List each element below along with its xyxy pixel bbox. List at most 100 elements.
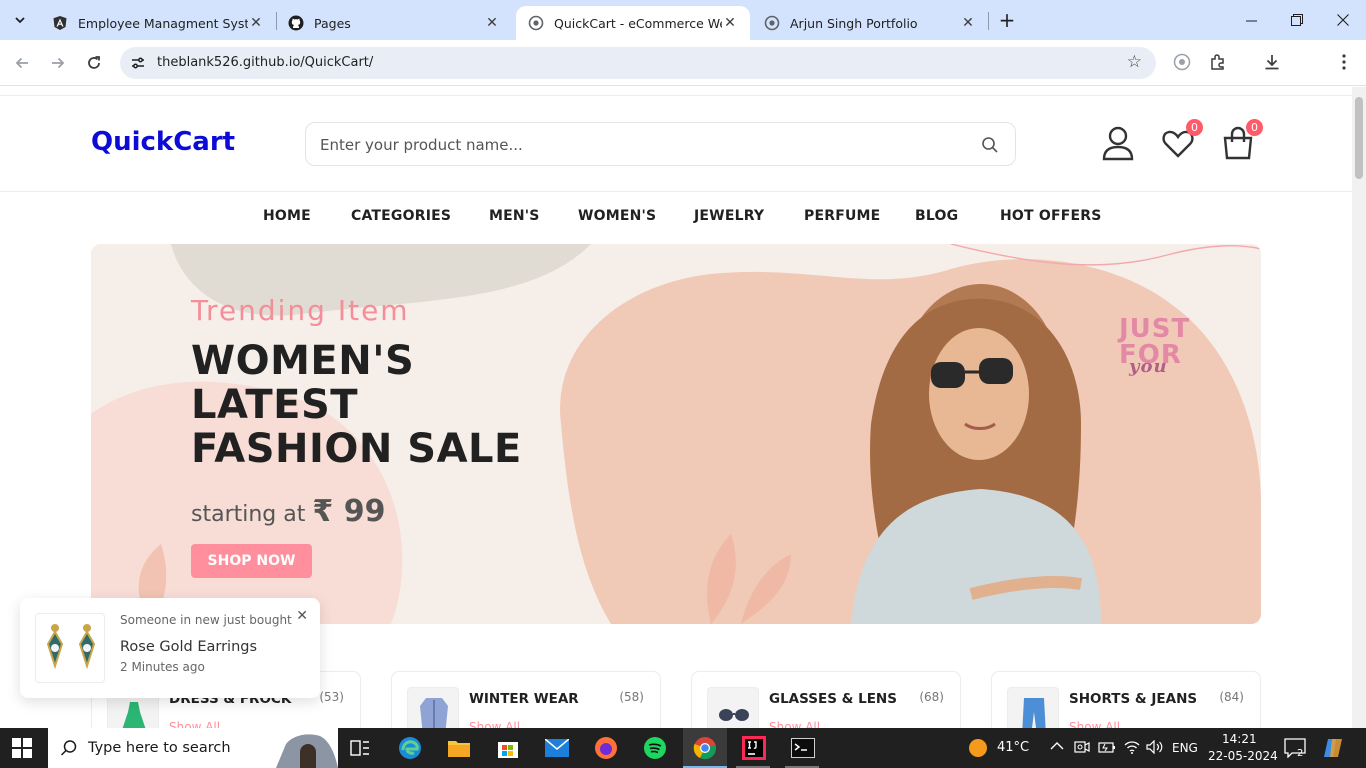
price-value: ₹ 99 (312, 494, 386, 529)
tab-title: Arjun Singh Portfolio (790, 15, 918, 31)
product-search-input[interactable] (320, 133, 960, 157)
kebab-menu-icon[interactable] (1332, 50, 1356, 74)
just-for-you-tag: JUST FOR you (1119, 314, 1191, 377)
restore-icon[interactable] (1274, 0, 1320, 40)
tab-employee-management[interactable]: Employee Managment System ✕ (40, 6, 276, 40)
category-name: SHORTS & JEANS (1069, 691, 1198, 707)
shop-now-button[interactable]: SHOP NOW (191, 544, 312, 578)
copilot-icon[interactable] (1322, 738, 1344, 762)
category-card[interactable]: WINTER WEAR (58) Show All (391, 671, 661, 728)
show-all-link[interactable]: Show All (1069, 720, 1120, 728)
language-indicator[interactable]: ENG (1172, 741, 1198, 755)
product-search-field[interactable] (305, 122, 1016, 166)
clock-date[interactable]: 22-05-2024 (1208, 749, 1278, 763)
battery-charging-icon[interactable] (1098, 740, 1116, 758)
tab-search-chevron-icon[interactable] (8, 8, 32, 32)
angular-icon (52, 15, 68, 31)
minimize-icon[interactable] (1228, 0, 1274, 40)
microsoft-store-icon[interactable] (492, 732, 524, 764)
close-tab-icon[interactable]: ✕ (722, 15, 738, 31)
tab-title: Pages (314, 15, 351, 31)
bookmark-star-icon[interactable]: ☆ (1127, 52, 1142, 72)
nav-hot-offers[interactable]: HOT OFFERS (1000, 208, 1102, 224)
notification-time: 2 Minutes ago (120, 660, 205, 674)
tag-line: JUST (1119, 314, 1191, 344)
new-tab-plus-icon[interactable]: + (996, 8, 1018, 32)
cart-count-badge: 0 (1246, 119, 1263, 136)
forward-arrow-icon[interactable] (45, 50, 71, 76)
clock-time[interactable]: 14:21 (1222, 732, 1257, 746)
show-all-link[interactable]: Show All (469, 720, 520, 728)
camera-icon[interactable] (1074, 740, 1090, 758)
main-navigation: HOME CATEGORIES MEN'S WOMEN'S JEWELRY PE… (0, 208, 1352, 230)
nav-categories[interactable]: CATEGORIES (351, 208, 451, 224)
site-info-icon[interactable] (130, 55, 146, 71)
mail-icon[interactable] (541, 732, 573, 764)
site-logo[interactable]: QuickCart (91, 127, 235, 157)
chevron-up-icon[interactable] (1050, 740, 1064, 755)
wishlist-heart-icon[interactable]: 0 (1161, 119, 1203, 161)
hero-banner: Trending Item WOMEN'S LATEST FASHION SAL… (91, 244, 1261, 624)
scrollbar-thumb[interactable] (1355, 97, 1363, 179)
address-bar[interactable]: theblank526.github.io/QuickCart/ ☆ (120, 47, 1156, 79)
search-icon[interactable] (981, 136, 999, 154)
back-arrow-icon[interactable] (9, 50, 35, 76)
taskbar-search-placeholder: Type here to search (88, 740, 231, 756)
browser-tab-bar: Employee Managment System ✕ Pages ✕ Quic… (0, 0, 1366, 40)
task-view-icon[interactable] (344, 732, 376, 764)
tab-pages[interactable]: Pages ✕ (276, 6, 512, 40)
category-card[interactable]: SHORTS & JEANS (84) Show All (991, 671, 1261, 728)
show-all-link[interactable]: Show All (769, 720, 820, 728)
url-text[interactable]: theblank526.github.io/QuickCart/ (157, 55, 373, 70)
firefox-icon[interactable] (590, 732, 622, 764)
purchase-notification-toast: Someone in new just bought Rose Gold Ear… (20, 598, 320, 698)
browser-toolbar: theblank526.github.io/QuickCart/ ☆ (0, 40, 1366, 114)
earrings-product-image (35, 613, 105, 683)
nav-womens[interactable]: WOMEN'S (578, 208, 656, 224)
tab-portfolio[interactable]: Arjun Singh Portfolio ✕ (752, 6, 988, 40)
weather-temperature[interactable]: 41°C (997, 740, 1029, 755)
nav-mens[interactable]: MEN'S (489, 208, 540, 224)
close-tab-icon[interactable]: ✕ (960, 15, 976, 31)
search-highlight-art (276, 734, 338, 768)
close-tab-icon[interactable]: ✕ (484, 15, 500, 31)
chrome-icon[interactable] (689, 732, 721, 764)
nav-jewelry[interactable]: JEWELRY (694, 208, 764, 224)
notification-count: 2 (1297, 748, 1304, 759)
show-all-link[interactable]: Show All (169, 720, 220, 728)
terminal-icon[interactable] (787, 732, 819, 764)
jeans-icon (1007, 687, 1059, 728)
nav-perfume[interactable]: PERFUME (804, 208, 880, 224)
weather-sun-icon[interactable] (968, 738, 988, 758)
globe-icon (528, 15, 544, 31)
close-window-icon[interactable] (1320, 0, 1366, 40)
extension-puzzle-circle-icon[interactable] (1170, 50, 1194, 74)
wifi-icon[interactable] (1124, 740, 1140, 758)
github-icon (288, 15, 304, 31)
globe-icon (764, 15, 780, 31)
nav-blog[interactable]: BLOG (915, 208, 958, 224)
close-icon[interactable]: ✕ (296, 608, 308, 624)
volume-icon[interactable] (1146, 739, 1164, 758)
file-explorer-icon[interactable] (443, 732, 475, 764)
extensions-icon[interactable] (1206, 50, 1230, 74)
windows-start-icon[interactable] (12, 738, 32, 758)
shopping-bag-icon[interactable]: 0 (1221, 119, 1263, 161)
category-count: (68) (919, 690, 944, 704)
spotify-icon[interactable] (639, 732, 671, 764)
tab-quickcart[interactable]: QuickCart - eCommerce Websit ✕ (516, 6, 750, 40)
download-icon[interactable] (1260, 50, 1284, 74)
intellij-idea-icon[interactable] (738, 732, 770, 764)
taskbar-search-box[interactable]: Type here to search (48, 728, 338, 768)
banner-subtitle: Trending Item (191, 294, 410, 327)
nav-home[interactable]: HOME (263, 208, 311, 224)
wishlist-count-badge: 0 (1186, 119, 1203, 136)
reload-icon[interactable] (81, 50, 107, 76)
category-card[interactable]: GLASSES & LENS (68) Show All (691, 671, 961, 728)
edge-browser-icon[interactable] (394, 732, 426, 764)
user-account-icon[interactable] (1101, 125, 1135, 161)
page-scrollbar[interactable] (1352, 87, 1366, 728)
category-count: (84) (1219, 690, 1244, 704)
glasses-icon (707, 687, 759, 728)
close-tab-icon[interactable]: ✕ (248, 15, 264, 31)
